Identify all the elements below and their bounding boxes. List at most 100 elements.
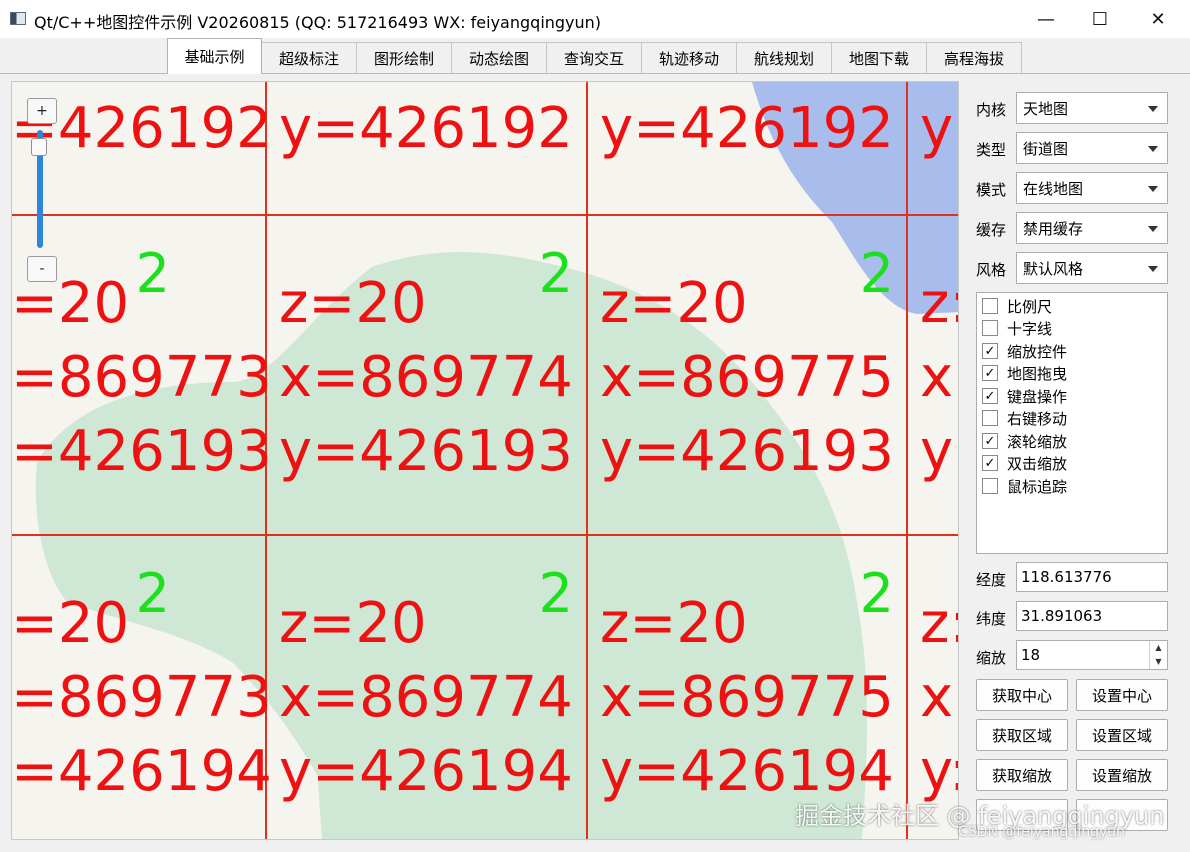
check-mouse-track[interactable]: 鼠标追踪 [982,475,1067,497]
checkbox[interactable]: ✓ [982,433,998,449]
check-zoom-control[interactable]: ✓ 缩放控件 [982,340,1067,362]
tab-elevation[interactable]: 高程海拔 [926,42,1022,74]
checkbox[interactable] [982,320,998,336]
tile-zoom-badge: 2 [538,562,573,625]
spin-buttons[interactable]: ▲ ▼ [1149,641,1167,669]
check-right-move[interactable]: 右键移动 [982,407,1067,429]
mode-select-value: 在线地图 [1023,179,1084,198]
tab-download[interactable]: 地图下载 [831,42,927,74]
tile-y-label: y=426194 [600,739,894,804]
map-tile: z: x: y: [908,536,958,839]
tile-y-label: y=426192 [279,96,573,161]
spin-up-icon[interactable]: ▲ [1150,641,1167,655]
tile-x-label: x=869774 [279,345,573,410]
check-scale[interactable]: 比例尺 [982,295,1052,317]
checkbox[interactable] [982,410,998,426]
set-region-button[interactable]: 设置区域 [1076,719,1168,751]
checkbox[interactable]: ✓ [982,455,998,471]
maximize-button[interactable]: ☐ [1068,0,1132,38]
map-tile: 2 =20 =869773 =426194 [12,536,272,839]
check-label: 缩放控件 [1007,342,1068,361]
tile-zoom-badge: 2 [135,562,170,625]
app-icon [10,12,26,25]
zoom-slider-handle[interactable] [31,138,47,156]
style-select[interactable]: 默认风格 [1016,252,1168,284]
check-label: 键盘操作 [1007,387,1068,406]
tab-dynamic-draw[interactable]: 动态绘图 [451,42,547,74]
checkbox[interactable]: ✓ [982,343,998,359]
tile-zoom-badge: 2 [538,242,573,305]
zoom-label: 缩放 [976,649,1007,667]
tab-query[interactable]: 查询交互 [546,42,642,74]
get-region-button[interactable]: 获取区域 [976,719,1068,751]
tile-x-label: =869773 [11,345,272,410]
tab-super-marker[interactable]: 超级标注 [261,42,357,74]
zoom-spinbox-value: 18 [1021,646,1041,664]
chevron-down-icon [1148,226,1158,232]
checkbox[interactable] [982,298,998,314]
check-dblclick-zoom[interactable]: ✓ 双击缩放 [982,452,1067,474]
check-crosshair[interactable]: 十字线 [982,317,1052,339]
tile-x-label: x=869774 [279,665,573,730]
map-tile: 2 z=20 x=869774 y=426193 [267,216,587,536]
tile-z-label: z=20 [600,591,748,656]
core-select[interactable]: 天地图 [1016,92,1168,124]
tile-x-label: =869773 [11,665,272,730]
latitude-field[interactable]: 31.891063 [1016,601,1168,631]
close-button[interactable]: ✕ [1126,0,1190,38]
type-select[interactable]: 街道图 [1016,132,1168,164]
spin-down-icon[interactable]: ▼ [1150,655,1167,669]
check-label: 双击缩放 [1007,454,1068,473]
tile-zoom-badge: 2 [135,242,170,305]
map-tile: y=426192 [588,82,908,214]
type-label: 类型 [976,141,1007,159]
zoom-out-button[interactable]: - [27,256,57,282]
cache-select[interactable]: 禁用缓存 [1016,212,1168,244]
mode-select[interactable]: 在线地图 [1016,172,1168,204]
checkbox[interactable]: ✓ [982,388,998,404]
option-checklist: 比例尺 十字线 ✓ 缩放控件 ✓ 地图拖曳 ✓ 键盘操作 右键移动 ✓ 滚轮缩放 ✓ 双击… [976,292,1168,554]
check-label: 鼠标追踪 [1007,477,1068,496]
mode-label: 模式 [976,181,1007,199]
check-label: 比例尺 [1007,297,1053,316]
set-center-button[interactable]: 设置中心 [1076,679,1168,711]
map-tile: 2 z=20 x=869774 y=426194 [267,536,587,839]
tile-z-label: z: [920,271,958,336]
tile-zoom-badge: 2 [859,242,894,305]
tile-zoom-badge: 2 [859,562,894,625]
tab-basic[interactable]: 基础示例 [167,38,262,74]
longitude-field[interactable]: 118.613776 [1016,562,1168,592]
check-wheel-zoom[interactable]: ✓ 滚轮缩放 [982,430,1067,452]
tile-z-label: z=20 [600,271,748,336]
map-tile: y [908,82,958,214]
check-keyboard[interactable]: ✓ 键盘操作 [982,385,1067,407]
check-label: 十字线 [1007,319,1053,338]
tab-route[interactable]: 航线规划 [736,42,832,74]
chevron-down-icon [1148,106,1158,112]
tile-y-label: y [920,419,954,484]
tile-y-label: y=426193 [600,419,894,484]
checkbox[interactable] [982,478,998,494]
tile-y-label: y=426194 [279,739,573,804]
chevron-down-icon [1148,186,1158,192]
core-label: 内核 [976,101,1007,119]
tab-shape-draw[interactable]: 图形绘制 [356,42,452,74]
map-view[interactable]: =426192 y=426192 y=426192 y 2 =20 =86977… [11,81,959,840]
checkbox[interactable]: ✓ [982,365,998,381]
tab-bar: 基础示例 超级标注 图形绘制 动态绘图 查询交互 轨迹移动 航线规划 地图下载 … [0,38,1190,74]
cache-select-value: 禁用缓存 [1023,219,1084,238]
zoom-in-button[interactable]: + [27,98,57,124]
zoom-spinbox[interactable]: 18 ▲ ▼ [1016,640,1168,670]
tab-track[interactable]: 轨迹移动 [641,42,737,74]
tile-y-label: y=426192 [600,96,894,161]
map-tile: 2 z=20 x=869775 y=426194 [588,536,908,839]
tile-x-label: x=869775 [600,665,894,730]
get-center-button[interactable]: 获取中心 [976,679,1068,711]
get-zoom-button[interactable]: 获取缩放 [976,759,1068,791]
latitude-label: 纬度 [976,610,1007,628]
tile-y-label: =426193 [11,419,272,484]
check-map-drag[interactable]: ✓ 地图拖曳 [982,362,1067,384]
tile-z-label: z=20 [279,591,427,656]
set-zoom-button[interactable]: 设置缩放 [1076,759,1168,791]
window-title: Qt/C++地图控件示例 V20260815 (QQ: 517216493 WX… [34,13,602,32]
